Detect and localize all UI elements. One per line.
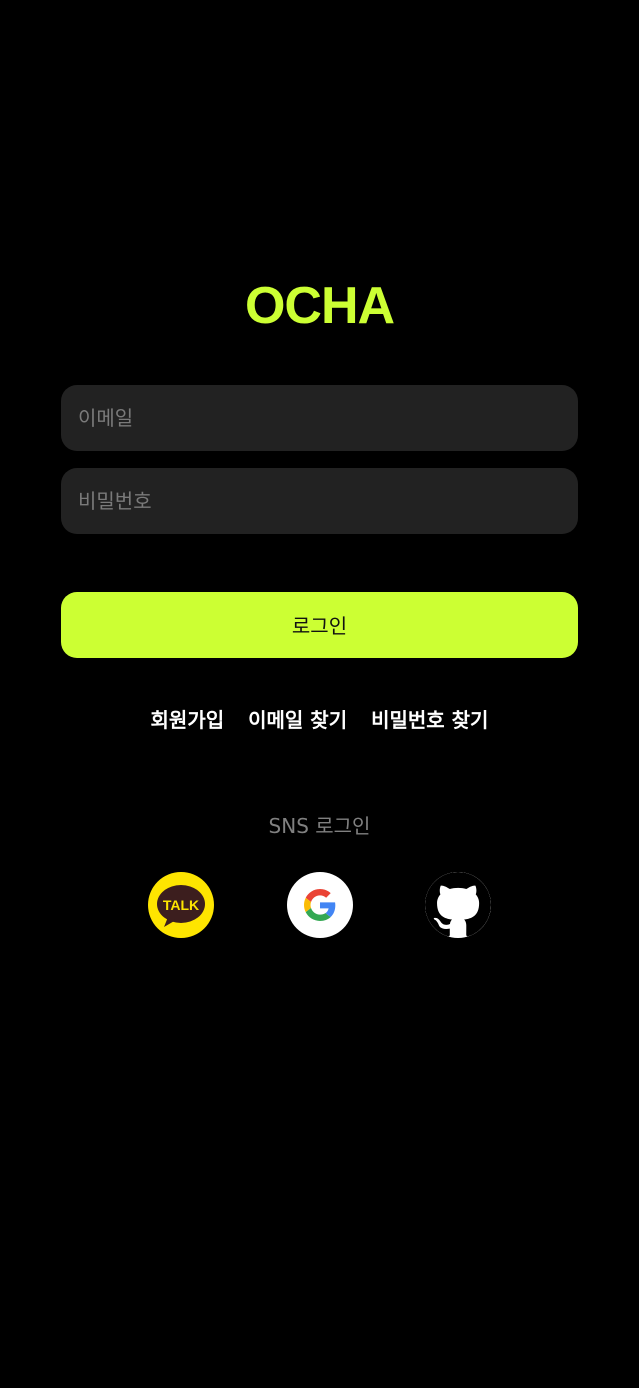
password-input[interactable] <box>61 468 578 534</box>
github-login-button[interactable] <box>425 872 491 938</box>
app-logo: OCHA <box>244 277 395 335</box>
google-icon <box>304 889 336 921</box>
login-button[interactable]: 로그인 <box>61 592 578 658</box>
kakao-talk-icon: TALK <box>157 885 205 927</box>
find-password-link[interactable]: 비밀번호 찾기 <box>371 705 488 735</box>
email-input[interactable] <box>61 385 578 451</box>
google-login-button[interactable] <box>287 872 353 938</box>
kakao-talk-label: TALK <box>163 897 199 913</box>
github-icon <box>425 872 491 937</box>
find-email-link[interactable]: 이메일 찾기 <box>248 705 347 735</box>
email-field-container[interactable] <box>61 385 578 451</box>
kakao-login-button[interactable]: TALK <box>148 872 214 938</box>
signup-link[interactable]: 회원가입 <box>151 705 225 735</box>
password-field-container[interactable] <box>61 468 578 534</box>
sns-login-title: SNS 로그인 <box>268 814 371 838</box>
account-links: 회원가입 이메일 찾기 비밀번호 찾기 <box>0 705 639 735</box>
